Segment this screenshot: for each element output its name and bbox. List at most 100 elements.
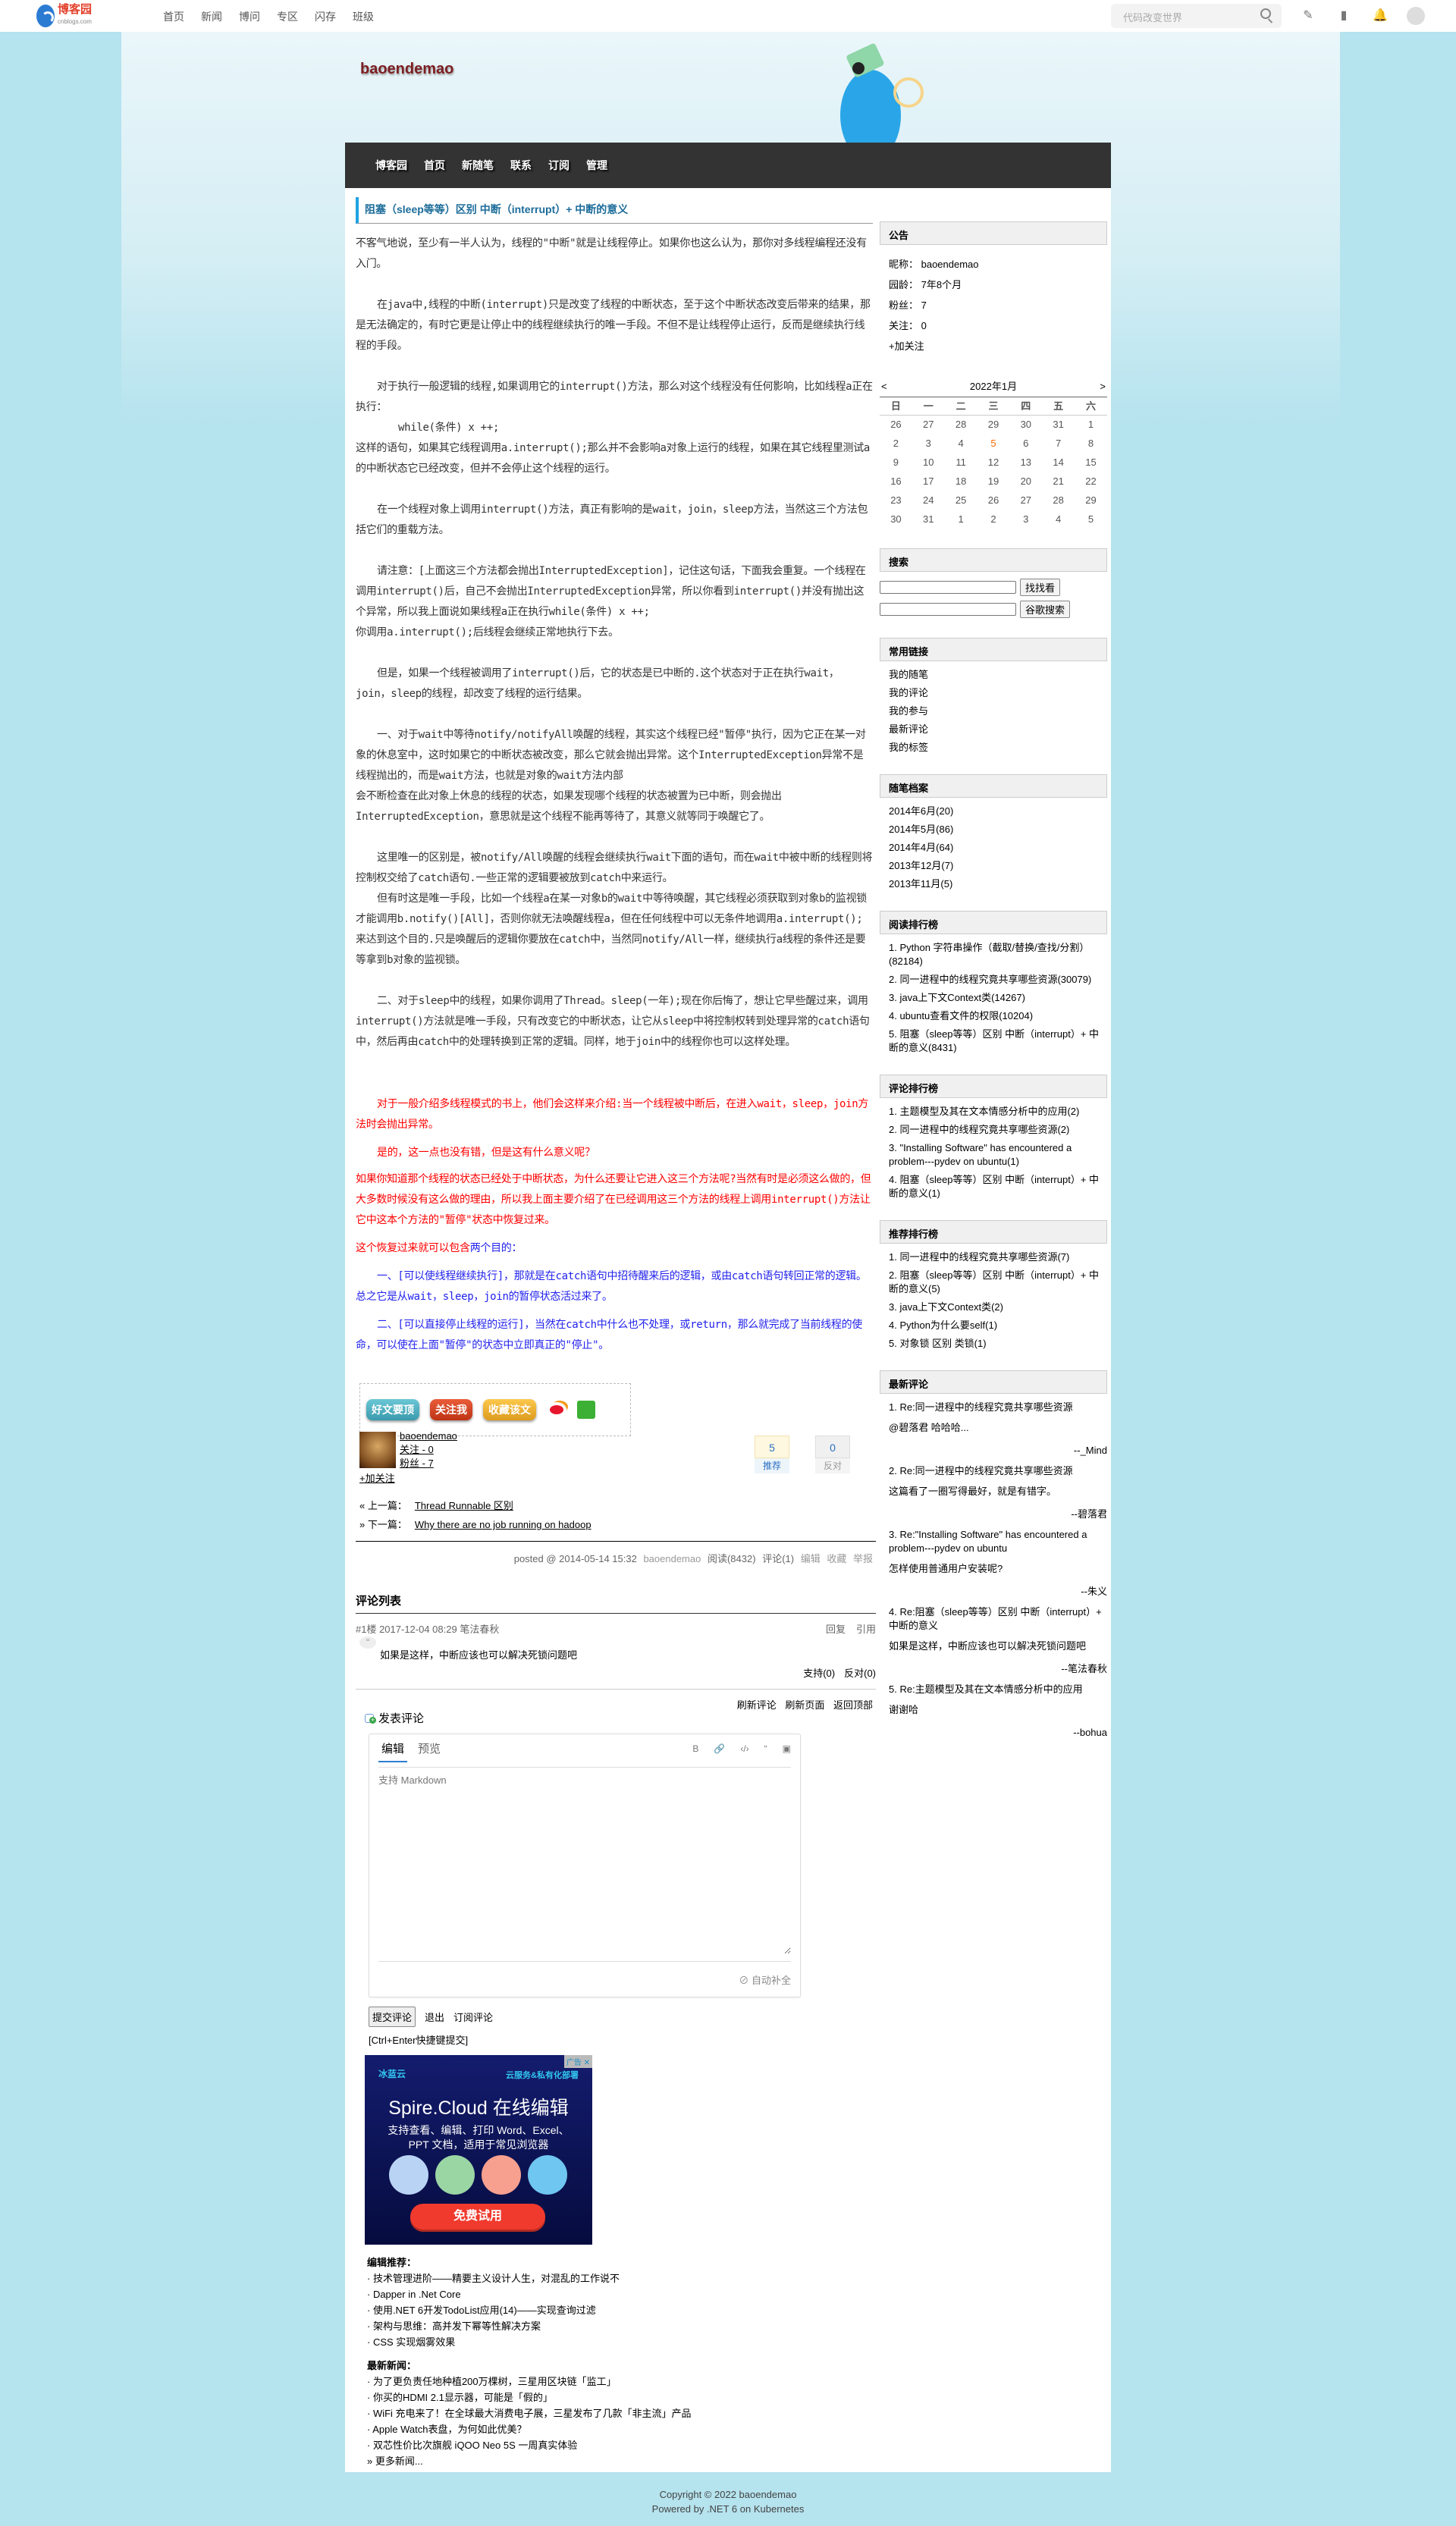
calendar-day[interactable]: 16 (880, 472, 912, 491)
favorite-link[interactable]: 收藏 (827, 1553, 846, 1564)
editor-recommend-link[interactable]: · 使用.NET 6开发TodoList应用(14)——实现查询过滤 (367, 2302, 692, 2318)
refresh-page-link[interactable]: 刷新页面 (785, 1699, 824, 1711)
back-to-top-link[interactable]: 返回顶部 (833, 1699, 873, 1711)
archive-link[interactable]: 2013年11月(5) (889, 877, 1107, 891)
comment-oppose[interactable]: 反对(0) (844, 1668, 876, 1679)
calendar-day[interactable]: 29 (1075, 491, 1107, 510)
site-nav-class[interactable]: 班级 (353, 9, 374, 24)
digg-post-button[interactable]: 好文要顶 (366, 1399, 419, 1420)
more-news-link[interactable]: » 更多新闻... (367, 2453, 692, 2469)
top-digg-link[interactable]: 2. 阻塞（sleep等等）区别 中断（interrupt）+ 中断的意义(5) (889, 1269, 1107, 1296)
ad-cta-button[interactable]: 免费试用 (410, 2204, 545, 2229)
post-title[interactable]: 阻塞（sleep等等）区别 中断（interrupt）+ 中断的意义 (356, 197, 873, 224)
calendar-day[interactable]: 25 (945, 491, 977, 510)
calendar-day[interactable]: 19 (977, 472, 1010, 491)
top-digg-link[interactable]: 1. 同一进程中的线程究竟共享哪些资源(7) (889, 1250, 1107, 1264)
tab-edit[interactable]: 编辑 (378, 1740, 408, 1762)
calendar-day[interactable]: 10 (912, 453, 945, 472)
comment-textarea[interactable] (378, 1772, 791, 1954)
sidebar-link[interactable]: 最新评论 (889, 723, 1107, 736)
site-nav-ing[interactable]: 闪存 (315, 9, 336, 24)
calendar-day[interactable]: 4 (1042, 510, 1075, 529)
next-post-link[interactable]: Why there are no job running on hadoop (415, 1519, 592, 1530)
notebook-icon[interactable]: ▮ (1336, 8, 1351, 24)
calendar-day[interactable]: 8 (1075, 434, 1107, 453)
recent-comment-title[interactable]: 3. Re:"Installing Software" has encounte… (889, 1528, 1107, 1555)
ad-banner[interactable]: 广告 ✕ 冰蓝云 云服务&私有化部署 Spire.Cloud 在线编辑 支持查看… (365, 2055, 592, 2245)
news-link[interactable]: · 为了更负责任地种植200万棵树，三星用区块链「监工」 (367, 2374, 692, 2390)
calendar-day[interactable]: 22 (1075, 472, 1107, 491)
calendar-day[interactable]: 27 (912, 415, 945, 434)
calendar-day[interactable]: 28 (945, 415, 977, 434)
profile-followers[interactable]: 粉丝： 7 (889, 297, 1107, 313)
search-icon[interactable] (1260, 8, 1271, 19)
digg-button[interactable]: 5 推荐 (755, 1436, 789, 1473)
blog-nav-admin[interactable]: 管理 (586, 158, 607, 173)
archive-link[interactable]: 2014年5月(86) (889, 823, 1107, 836)
calendar-day[interactable]: 6 (1009, 434, 1042, 453)
logout-link[interactable]: 退出 (425, 2010, 444, 2024)
calendar-day[interactable]: 3 (912, 434, 945, 453)
top-comment-link[interactable]: 4. 阻塞（sleep等等）区别 中断（interrupt）+ 中断的意义(1) (889, 1173, 1107, 1200)
follow-me-button[interactable]: 关注我 (430, 1399, 472, 1420)
calendar-day[interactable]: 30 (1009, 415, 1042, 434)
calendar-day[interactable]: 23 (880, 491, 912, 510)
calendar-day[interactable]: 11 (945, 453, 977, 472)
editor-recommend-link[interactable]: · 技术管理进阶——精要主义设计人生，对混乱的工作说不 (367, 2270, 692, 2286)
archive-link[interactable]: 2013年12月(7) (889, 859, 1107, 873)
calendar-day[interactable]: 26 (880, 415, 912, 434)
top-read-link[interactable]: 2. 同一进程中的线程究竟共享哪些资源(30079) (889, 973, 1107, 987)
top-read-link[interactable]: 1. Python 字符串操作（截取/替换/查找/分割）(82184) (889, 941, 1107, 968)
calendar-day[interactable]: 12 (977, 453, 1010, 472)
bury-button[interactable]: 0 反对 (815, 1436, 850, 1473)
calendar-day[interactable]: 21 (1042, 472, 1075, 491)
calendar-day[interactable]: 7 (1042, 434, 1075, 453)
bold-icon[interactable]: B (692, 1743, 698, 1754)
find-button[interactable]: 找找看 (1020, 579, 1061, 596)
recent-comment-title[interactable]: 4. Re:阻塞（sleep等等）区别 中断（interrupt）+ 中断的意义 (889, 1605, 1107, 1633)
calendar-day[interactable]: 18 (945, 472, 977, 491)
top-digg-link[interactable]: 3. java上下文Context类(2) (889, 1301, 1107, 1314)
top-comment-link[interactable]: 2. 同一进程中的线程究竟共享哪些资源(2) (889, 1123, 1107, 1137)
blog-nav-contact[interactable]: 联系 (510, 158, 532, 173)
wechat-icon[interactable] (577, 1401, 595, 1419)
blog-nav-cnblogs[interactable]: 博客园 (375, 158, 407, 173)
editor-recommend-link[interactable]: · Dapper in .Net Core (367, 2286, 692, 2302)
sidebar-link[interactable]: 我的评论 (889, 686, 1107, 700)
calendar-day[interactable]: 3 (1009, 510, 1042, 529)
top-digg-link[interactable]: 5. 对象锁 区别 类锁(1) (889, 1337, 1107, 1351)
calendar-day[interactable]: 20 (1009, 472, 1042, 491)
close-icon[interactable]: ✕ (584, 2059, 590, 2067)
reply-link[interactable]: 回复 (826, 1624, 846, 1635)
blog-title[interactable]: baoendemao (360, 61, 453, 78)
cnblogs-logo[interactable]: 博客园 cnblogs.com (36, 4, 92, 28)
news-link[interactable]: · 你买的HDMI 2.1显示器，可能是「假的」 (367, 2390, 692, 2405)
calendar-day[interactable]: 28 (1042, 491, 1075, 510)
calendar-day[interactable]: 26 (977, 491, 1010, 510)
sidebar-follow-link[interactable]: +加关注 (889, 338, 1107, 354)
quote-icon[interactable]: “ (764, 1743, 767, 1754)
post-author-link[interactable]: baoendemao (643, 1553, 701, 1564)
add-follow-link[interactable]: +加关注 (359, 1470, 395, 1485)
favorite-post-button[interactable]: 收藏该文 (483, 1399, 536, 1420)
news-link[interactable]: · Apple Watch表盘，为何如此优美？ (367, 2421, 692, 2437)
calendar-day[interactable]: 31 (912, 510, 945, 529)
calendar-day[interactable]: 4 (945, 434, 977, 453)
report-link[interactable]: 举报 (853, 1553, 873, 1564)
top-comment-link[interactable]: 1. 主题模型及其在文本情感分析中的应用(2) (889, 1105, 1107, 1119)
author-followers-link[interactable]: 粉丝 - 7 (400, 1457, 457, 1470)
calendar-day[interactable]: 15 (1075, 453, 1107, 472)
author-following-link[interactable]: 关注 - 0 (400, 1443, 457, 1457)
calendar-day[interactable]: 1 (1075, 415, 1107, 434)
editor-recommend-link[interactable]: · CSS 实现烟雾效果 (367, 2334, 692, 2350)
sidebar-link[interactable]: 我的标签 (889, 741, 1107, 755)
ad-tag[interactable]: 广告 ✕ (563, 2055, 592, 2068)
refresh-comments-link[interactable]: 刷新评论 (737, 1699, 777, 1711)
tab-preview[interactable]: 预览 (418, 1740, 441, 1762)
prev-post-link[interactable]: Thread Runnable 区别 (415, 1500, 513, 1511)
calendar-day[interactable]: 29 (977, 415, 1010, 434)
archive-link[interactable]: 2014年4月(64) (889, 841, 1107, 855)
top-read-link[interactable]: 3. java上下文Context类(14267) (889, 991, 1107, 1005)
calendar-day[interactable]: 5 (977, 434, 1010, 453)
calendar-day[interactable]: 5 (1075, 510, 1107, 529)
